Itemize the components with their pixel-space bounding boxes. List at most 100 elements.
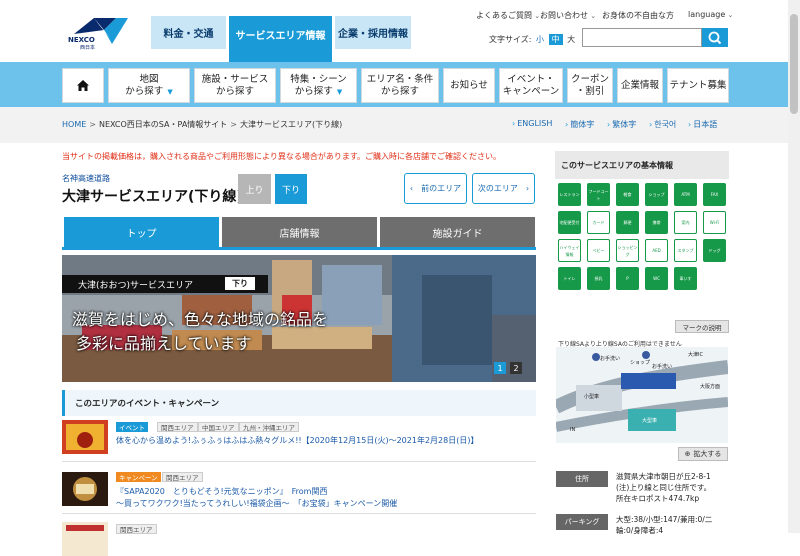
nav-label: から探す <box>294 85 333 97</box>
nav-label: テナント募集 <box>669 79 727 91</box>
chevron-right-icon: › <box>688 120 692 129</box>
map-label: お手洗い <box>652 364 673 370</box>
map-label: 大阪方面 <box>700 384 721 390</box>
font-size-medium[interactable]: 中 <box>548 34 563 45</box>
faq-link[interactable]: よくあるご質問 ⌄ <box>476 10 540 21</box>
lang-label: 한국어 <box>654 120 677 129</box>
tab-shops[interactable]: 店舗情報 <box>222 217 377 248</box>
caret-down-icon: ▼ <box>336 87 343 96</box>
lang-english[interactable]: › ENGLISH <box>512 119 552 128</box>
lang-simplified[interactable]: › 簡体字 <box>565 119 594 130</box>
chevron-down-icon: ⌄ <box>588 12 597 20</box>
nexco-logo[interactable]: NEXCO 西日本 <box>64 14 134 52</box>
main-nav: 地図 から探す ▼ 施設・サービス から探す 特集・シーン から探す ▼ エリア名・… <box>0 62 800 107</box>
contact-link[interactable]: お問い合わせ ⌄ <box>540 10 596 21</box>
slide-page-2[interactable]: 2 <box>510 362 522 374</box>
tab-service-area[interactable]: サービスエリア情報 <box>229 16 332 62</box>
nav-news[interactable]: お知らせ <box>443 68 495 103</box>
nav-tenant[interactable]: テナント募集 <box>667 68 729 103</box>
chevron-right-icon: › <box>649 120 653 129</box>
chevron-down-icon: ⌄ <box>725 11 734 19</box>
event-title[interactable]: 『SAPA2020 とりもどそう!元気なニッポン』 From関西 <box>116 486 327 498</box>
tab-corporate[interactable]: 企業・採用情報 <box>335 16 411 49</box>
font-size-small[interactable]: 小 <box>536 34 544 45</box>
lang-japanese[interactable]: › 日本語 <box>688 119 717 130</box>
font-size-large[interactable]: 大 <box>567 34 575 45</box>
facility-11-icon: Wi-Fi <box>703 211 726 234</box>
nav-feature-search[interactable]: 特集・シーン から探す ▼ <box>280 68 357 103</box>
list-item[interactable]: 関西エリア <box>62 522 536 556</box>
area-map[interactable]: お手洗い ショップ 大津IC 小型車 大型車 IN お手洗い 大阪方面 <box>556 347 728 443</box>
search-button[interactable] <box>702 28 728 47</box>
facility-21-icon: WC <box>645 267 668 290</box>
nav-label: エリア名・条件 <box>366 73 434 85</box>
event-thumbnail-image <box>62 522 108 556</box>
event-thumbnail-image <box>62 472 108 506</box>
breadcrumb: HOME > NEXCO西日本のSA・PA情報サイト > 大津サービスエリア(下り線) <box>62 119 342 130</box>
map-label: 小型車 <box>584 394 600 400</box>
nav-label: お知らせ <box>450 79 488 91</box>
facility-0-icon: レストラン <box>558 183 581 206</box>
hero-copy-line: 多彩に品揃えしています <box>76 334 252 353</box>
breadcrumb-bar: HOME > NEXCO西日本のSA・PA情報サイト > 大津サービスエリア(下り線) … <box>0 107 800 143</box>
language-menu-label: language <box>688 10 726 19</box>
facility-14-icon: ショッピング <box>616 239 639 262</box>
lang-label: 日本語 <box>693 120 718 129</box>
lang-label: ENGLISH <box>517 119 553 128</box>
nav-label: 地図 <box>139 73 159 85</box>
parking-line: 大型:38/小型:147/兼用:0/二 <box>616 515 713 524</box>
site-header: NEXCO 西日本 料金・交通 サービスエリア情報 企業・採用情報 よくあるご質… <box>0 0 800 62</box>
direction-down-button[interactable]: 下り <box>275 174 307 204</box>
nav-label: から探す <box>125 85 164 97</box>
tab-top[interactable]: トップ <box>64 217 219 248</box>
address-value: 滋賀県大津市朝日が丘2-8-1 (注)上り線と同じ住所です。 所在キロポスト47… <box>616 471 711 504</box>
tab-underline <box>62 247 536 250</box>
nav-home[interactable] <box>62 68 104 103</box>
facility-17-icon: ドッグ <box>703 239 726 262</box>
next-area-button[interactable]: 次のエリア › <box>472 173 535 204</box>
event-title[interactable]: 体を心から温めよう!ふぅふぅはふはふ熱々グルメ!!【2020年12月15日(火)… <box>116 435 478 447</box>
breadcrumb-site[interactable]: NEXCO西日本のSA・PA情報サイト <box>99 120 227 129</box>
breadcrumb-home[interactable]: HOME <box>62 120 86 129</box>
hero-slider[interactable]: 大津(おおつ)サービスエリア 下り 滋賀をはじめ、色々な地域の銘品を 多彩に品揃… <box>62 255 536 382</box>
slide-page-1[interactable]: 1 <box>494 362 506 374</box>
direction-up-button[interactable]: 上り <box>238 174 271 204</box>
badge-event: イベント <box>116 422 148 432</box>
parking-line: 輪:0/身障者:4 <box>616 526 664 535</box>
tab-facility-guide[interactable]: 施設ガイド <box>380 217 535 248</box>
sidebar-heading: このサービスエリアの基本情報 <box>555 151 729 179</box>
contact-link-label: お問い合わせ <box>540 11 588 20</box>
nav-label: キャンペーン <box>502 85 560 97</box>
nav-events[interactable]: イベント・ キャンペーン <box>499 68 563 103</box>
nav-label: イベント・ <box>507 73 555 85</box>
tab-fee-traffic[interactable]: 料金・交通 <box>151 16 226 49</box>
address-line: 所在キロポスト474.7kp <box>616 494 700 503</box>
scrollbar-thumb[interactable] <box>790 14 798 114</box>
facility-8-icon: 郵便 <box>616 211 639 234</box>
map-zoom-button[interactable]: ⊕ 拡大する <box>678 447 728 461</box>
nav-map-search[interactable]: 地図 から探す ▼ <box>108 68 190 103</box>
nav-label: 企業情報 <box>620 79 659 91</box>
nav-coupons[interactable]: クーポン ・割引 <box>567 68 613 103</box>
facility-19-icon: 授乳 <box>587 267 610 290</box>
breadcrumb-current: 大津サービスエリア(下り線) <box>240 120 343 129</box>
nav-facility-search[interactable]: 施設・サービス から探す <box>194 68 276 103</box>
map-label: ショップ <box>630 360 651 366</box>
lang-korean[interactable]: › 한국어 <box>649 119 676 130</box>
facility-9-icon: 携帯 <box>645 211 668 234</box>
nav-area-search[interactable]: エリア名・条件 から探す <box>361 68 439 103</box>
search-input[interactable] <box>582 28 702 47</box>
accessibility-link[interactable]: お身体の不自由な方 <box>602 10 674 21</box>
list-item[interactable]: イベント 関西エリア 中国エリア 九州・沖縄エリア 体を心から温めよう!ふぅふぅ… <box>62 420 536 462</box>
list-item[interactable]: キャンペーン 関西エリア 『SAPA2020 とりもどそう!元気なニッポン』 F… <box>62 472 536 514</box>
hero-copy-line: 滋賀をはじめ、色々な地域の銘品を <box>72 310 329 329</box>
mark-legend-button[interactable]: マークの説明 <box>675 320 729 333</box>
nav-label: ・割引 <box>575 85 605 97</box>
language-menu[interactable]: language ⌄ <box>688 10 733 19</box>
lang-traditional[interactable]: › 繁体字 <box>607 119 636 130</box>
nav-company[interactable]: 企業情報 <box>617 68 663 103</box>
event-title-line2[interactable]: 〜買ってワクワク!当たってうれしい!福袋企画〜 「お宝袋」キャンペーン開催 <box>116 498 397 510</box>
prev-area-button[interactable]: ‹ 前のエリア <box>404 173 467 204</box>
road-name[interactable]: 名神高速道路 <box>62 173 110 184</box>
hero-copy: 滋賀をはじめ、色々な地域の銘品を 多彩に品揃えしています <box>72 308 328 356</box>
